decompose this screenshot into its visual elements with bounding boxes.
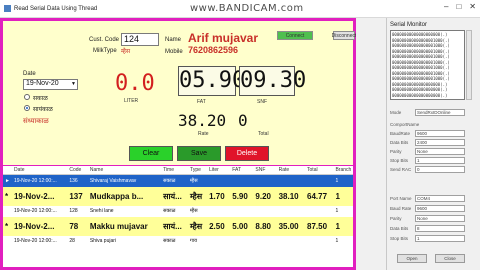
radio-morning-label: सकाळ bbox=[33, 96, 48, 102]
port-field[interactable]: None bbox=[415, 215, 465, 222]
setting-field[interactable]: 2400 bbox=[415, 139, 465, 146]
port-field[interactable]: COM4 bbox=[415, 195, 465, 202]
calendar-icon[interactable]: ▼ bbox=[71, 81, 76, 87]
setting-field[interactable]: None bbox=[415, 148, 465, 155]
liter-caption: LITER bbox=[124, 98, 139, 104]
mode-label: Mode bbox=[390, 110, 402, 115]
setting-field[interactable]: 9600 bbox=[415, 130, 465, 137]
table-row[interactable]: ► 19-Nov-20 12:00:... 136 Shivaraj Vaish… bbox=[3, 174, 353, 187]
port-label: Parity bbox=[390, 216, 402, 221]
port-field[interactable]: 9600 bbox=[415, 205, 465, 212]
table-header-row: Date Code Name Time Type Liter FAT SNF R… bbox=[3, 166, 353, 175]
setting-label: Data Bits bbox=[390, 140, 409, 145]
cust-code-label: Cust. Code bbox=[89, 37, 120, 43]
rate-display: 38.20 bbox=[178, 111, 227, 130]
col-snf[interactable]: SNF bbox=[253, 166, 277, 175]
cust-code-input[interactable]: 124 bbox=[121, 33, 159, 46]
minimize-icon[interactable]: – bbox=[444, 2, 448, 11]
liter-display: 0.0 bbox=[115, 71, 155, 96]
milk-type-label: MilkType bbox=[93, 48, 117, 54]
radio-evening-label: सायंकाळ bbox=[33, 107, 53, 113]
setting-label: BaudRate bbox=[390, 131, 411, 136]
setting-label: Parity bbox=[390, 149, 402, 154]
radio-evening[interactable] bbox=[24, 105, 30, 111]
col-name[interactable]: Name bbox=[87, 166, 162, 175]
customer-mobile: 7620862596 bbox=[188, 45, 239, 55]
shift-text: संध्याकाळ bbox=[23, 118, 49, 125]
snf-display: 09.30 bbox=[239, 66, 306, 96]
table-row[interactable]: 19-Nov-20 12:00:... 28 Shiva pujari सकाळ… bbox=[3, 235, 353, 247]
app-icon bbox=[4, 5, 11, 12]
mobile-label: Mobile bbox=[165, 49, 183, 55]
fat-display: 05.90 bbox=[178, 66, 245, 96]
connect-button[interactable]: Connect bbox=[277, 31, 313, 40]
maximize-icon[interactable]: □ bbox=[456, 2, 461, 11]
serial-monitor-title: Serial Monitor bbox=[390, 22, 428, 28]
close-icon[interactable]: ✕ bbox=[469, 2, 476, 11]
setting-label: Stop Bits bbox=[390, 158, 409, 163]
window-title: Read Serial Data Using Thread bbox=[14, 5, 98, 12]
setting-field[interactable]: 1 bbox=[415, 157, 465, 164]
entry-panel: Cust. Code 124 MilkType म्हैस Name Arif … bbox=[0, 18, 356, 168]
mode-select[interactable]: SendRxIDOnline bbox=[415, 109, 465, 116]
app-window: Read Serial Data Using Thread – □ ✕ www.… bbox=[0, 0, 480, 270]
col-type[interactable]: Type bbox=[188, 166, 208, 175]
radio-morning[interactable] bbox=[24, 94, 30, 100]
date-value: 19-Nov-20 bbox=[26, 80, 59, 87]
recording-watermark: www.BANDICAM.com bbox=[190, 3, 304, 14]
setting-label: Send RAC bbox=[390, 167, 412, 172]
records-table: Date Code Name Time Type Liter FAT SNF R… bbox=[3, 166, 353, 247]
window-gap bbox=[356, 18, 386, 270]
milk-type-value: म्हैस bbox=[121, 49, 131, 55]
serial-scrollbar[interactable] bbox=[466, 30, 472, 100]
port-label: Stop Bits bbox=[390, 236, 409, 241]
disconnect-button[interactable]: Disconnect bbox=[332, 31, 356, 40]
col-total[interactable]: Total bbox=[305, 166, 334, 175]
col-branch[interactable]: Branch bbox=[333, 166, 353, 175]
col-rate[interactable]: Rate bbox=[276, 166, 306, 175]
port-label: Baud Rate bbox=[390, 206, 412, 211]
rate-caption: Rate bbox=[198, 131, 209, 137]
snf-caption: SNF bbox=[257, 99, 267, 105]
col-date[interactable]: Date bbox=[11, 166, 68, 175]
fat-caption: FAT bbox=[197, 99, 206, 105]
close-port-button[interactable]: Close bbox=[435, 254, 465, 263]
total-caption: Total bbox=[258, 131, 269, 137]
table-row[interactable]: * 19-Nov-2... 78 Makku mujavar सायं... म… bbox=[3, 216, 353, 236]
date-label: Date bbox=[23, 71, 36, 77]
save-button[interactable]: Save bbox=[177, 146, 221, 161]
serial-monitor-panel: Serial Monitor 00000000000000000000(.) 0… bbox=[386, 18, 480, 270]
date-picker[interactable]: 19-Nov-20 ▼ bbox=[23, 79, 78, 90]
table-row[interactable]: * 19-Nov-2... 137 Mudkappa b... सायं... … bbox=[3, 186, 353, 206]
serial-output[interactable]: 00000000000000000000(.) 0000000000000000… bbox=[390, 30, 465, 100]
setting-field[interactable]: 0 bbox=[415, 166, 465, 173]
col-liter[interactable]: Liter bbox=[207, 166, 231, 175]
delete-button[interactable]: Delete bbox=[225, 146, 269, 161]
customer-name: Arif mujavar bbox=[188, 31, 259, 45]
port-label: Port Name bbox=[390, 196, 412, 201]
setting-label: ComportName bbox=[390, 122, 420, 127]
open-port-button[interactable]: Open bbox=[397, 254, 427, 263]
window-controls: – □ ✕ bbox=[444, 2, 476, 11]
name-label: Name bbox=[165, 37, 182, 43]
port-field[interactable]: 8 bbox=[415, 225, 465, 232]
clear-button[interactable]: Clear bbox=[129, 146, 173, 161]
records-grid: Date Code Name Time Type Liter FAT SNF R… bbox=[0, 166, 356, 270]
col-time[interactable]: Time bbox=[161, 166, 189, 175]
col-code[interactable]: Code bbox=[67, 166, 88, 175]
col-fat[interactable]: FAT bbox=[230, 166, 254, 175]
total-display: 0 bbox=[238, 111, 248, 130]
port-field[interactable]: 1 bbox=[415, 235, 465, 242]
port-label: Data Bits bbox=[390, 226, 409, 231]
table-row[interactable]: 19-Nov-20 12:00:... 128 Snehi lane सकाळ … bbox=[3, 205, 353, 217]
